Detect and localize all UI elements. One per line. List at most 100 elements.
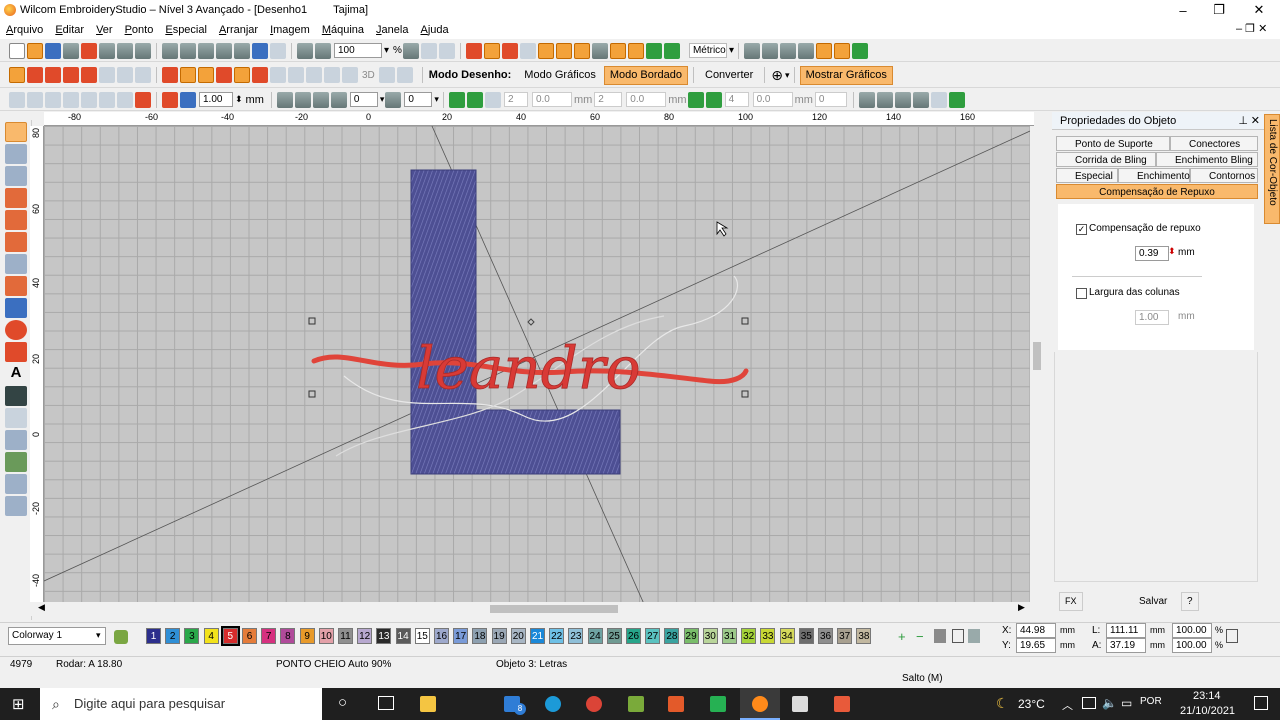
pen-app-icon[interactable] <box>628 696 644 712</box>
tab-compensacao-de-repuxo[interactable]: Compensação de Repuxo <box>1056 184 1258 199</box>
letter-l-embroidery[interactable] <box>410 169 621 475</box>
hoop-icon[interactable] <box>858 91 875 108</box>
color-swatch[interactable]: 1 <box>146 628 161 644</box>
leandro-lettering[interactable]: leandro <box>416 334 641 403</box>
clock-time[interactable]: 23:14 <box>1193 690 1221 702</box>
tray-chevron-icon[interactable]: ︿ <box>1062 697 1073 713</box>
show-stitches-icon[interactable] <box>465 42 482 59</box>
mirror-h-icon[interactable] <box>276 91 293 108</box>
menu-janela[interactable]: Janela <box>370 24 414 36</box>
zoom-next-icon[interactable] <box>438 42 455 59</box>
proportional-lock-icon[interactable] <box>1226 629 1238 643</box>
center-marker[interactable] <box>527 318 535 326</box>
a-input[interactable]: 37.19 <box>1106 638 1146 653</box>
l-percent-input[interactable]: 100.00 <box>1172 623 1212 638</box>
skew-icon[interactable] <box>385 91 402 108</box>
combine-icon[interactable] <box>81 91 97 108</box>
print-icon[interactable] <box>99 42 115 59</box>
hoop-tool-icon[interactable] <box>5 430 27 450</box>
scroll-right-icon[interactable]: ▶ <box>1018 602 1025 613</box>
color-swatch[interactable]: 31 <box>722 628 737 644</box>
maximize-icon[interactable]: ❐ <box>1200 0 1238 20</box>
color-swatch[interactable]: 2 <box>165 628 181 644</box>
color-swatch[interactable]: 22 <box>549 628 565 644</box>
color-swatch[interactable]: 15 <box>414 628 430 644</box>
cut-icon[interactable] <box>162 42 178 59</box>
color-swatch[interactable]: 28 <box>664 628 680 644</box>
align-icon[interactable] <box>117 91 133 108</box>
convert-button[interactable]: Converter <box>699 66 759 85</box>
rotate-spinner-icon[interactable]: ▾ <box>380 94 385 105</box>
position-icon[interactable] <box>894 91 911 108</box>
design-canvas[interactable]: leandro <box>44 126 1030 604</box>
save-as-icon[interactable] <box>63 42 79 59</box>
appliqué-icon[interactable] <box>99 67 115 83</box>
satin-icon[interactable] <box>9 67 25 83</box>
move-icon[interactable] <box>687 91 704 108</box>
menu-ver[interactable]: Ver <box>90 24 119 36</box>
x-input[interactable]: 44.98 <box>1016 623 1056 638</box>
tab-enchimentos[interactable]: Enchimentos <box>1118 168 1195 183</box>
tab-conectores[interactable]: Conectores <box>1170 136 1258 151</box>
color-swatch[interactable]: 24 <box>587 628 603 644</box>
tab-enchimento-bling[interactable]: Enchimento Bling <box>1156 152 1258 167</box>
selection-handle[interactable] <box>308 390 316 398</box>
menu-maquina[interactable]: Máquina <box>316 24 370 36</box>
show-3d-icon[interactable] <box>609 42 626 59</box>
group-icon[interactable] <box>9 91 25 108</box>
circle-icon[interactable] <box>5 320 27 340</box>
menu-imagem[interactable]: Imagem <box>264 24 316 36</box>
tab-contornos[interactable]: Contornos <box>1190 168 1258 183</box>
units-select[interactable]: Métrico <box>688 43 727 58</box>
refresh-icon[interactable] <box>645 42 662 59</box>
show-graphics-button[interactable]: Mostrar Gráficos <box>799 65 893 85</box>
reshape-icon[interactable] <box>5 144 27 164</box>
pull-compensation-spinner-icon[interactable]: ⬍ <box>1168 246 1176 257</box>
color-swatch[interactable]: 21 <box>530 628 545 644</box>
menu-ponto[interactable]: Ponto <box>119 24 160 36</box>
mirror-v-icon[interactable] <box>294 91 311 108</box>
colorway-select[interactable]: Colorway 1 <box>8 627 106 645</box>
column-b-icon[interactable] <box>180 67 196 83</box>
menu-arranjar[interactable]: Arranjar <box>213 24 264 36</box>
color-swatch[interactable]: 19 <box>491 628 507 644</box>
shapes-icon[interactable] <box>252 67 268 83</box>
menu-ajuda[interactable]: Ajuda <box>414 24 454 36</box>
zoom-in-icon[interactable] <box>297 42 313 59</box>
library-icon[interactable] <box>833 42 850 59</box>
color-swatch[interactable]: 14 <box>395 628 411 644</box>
pull-compensation-input[interactable]: 0.39 <box>1135 246 1169 261</box>
effect-icon[interactable] <box>396 67 413 83</box>
fx-button[interactable]: FX <box>1059 592 1083 611</box>
text-tool-icon[interactable]: A <box>5 364 27 384</box>
pin-icon[interactable]: ⊥ <box>1238 112 1248 130</box>
fabric-icon[interactable] <box>930 91 947 108</box>
three-d-icon[interactable]: 3D <box>362 70 375 81</box>
design-artwork[interactable]: leandro <box>44 126 1030 604</box>
lock-icon[interactable] <box>45 91 61 108</box>
color-icon[interactable] <box>162 91 178 108</box>
tab-corrida-de-bling[interactable]: Corrida de Bling <box>1056 152 1156 167</box>
move-step-icon[interactable] <box>705 91 722 108</box>
selection-handle[interactable] <box>741 317 749 325</box>
column-a-icon[interactable] <box>162 67 178 83</box>
color-swatch[interactable]: 20 <box>510 628 526 644</box>
team-names-icon[interactable] <box>5 232 27 252</box>
copies-input[interactable]: 0 <box>814 92 847 107</box>
digitize-open-icon[interactable] <box>5 276 27 296</box>
color-swatch[interactable]: 17 <box>453 628 469 644</box>
gradient-icon[interactable] <box>270 67 286 83</box>
complex-fill-icon[interactable] <box>198 67 214 83</box>
selection-handle[interactable] <box>308 317 316 325</box>
array-icon[interactable] <box>448 91 465 108</box>
blanket-icon[interactable] <box>81 67 97 83</box>
send-to-machine-icon[interactable] <box>135 42 151 59</box>
tab-ponto-de-suporte[interactable]: Ponto de Suporte <box>1056 136 1170 151</box>
horizontal-scrollbar[interactable]: ◀ ▶ <box>30 602 1030 616</box>
column-width-checkbox[interactable] <box>1076 288 1087 299</box>
color-swatch[interactable]: 18 <box>472 628 488 644</box>
zoom-input[interactable]: 100 <box>334 43 382 58</box>
undo-icon[interactable] <box>252 42 268 59</box>
color-swatch[interactable]: 27 <box>645 628 661 644</box>
color-swatch[interactable]: 6 <box>242 628 257 644</box>
